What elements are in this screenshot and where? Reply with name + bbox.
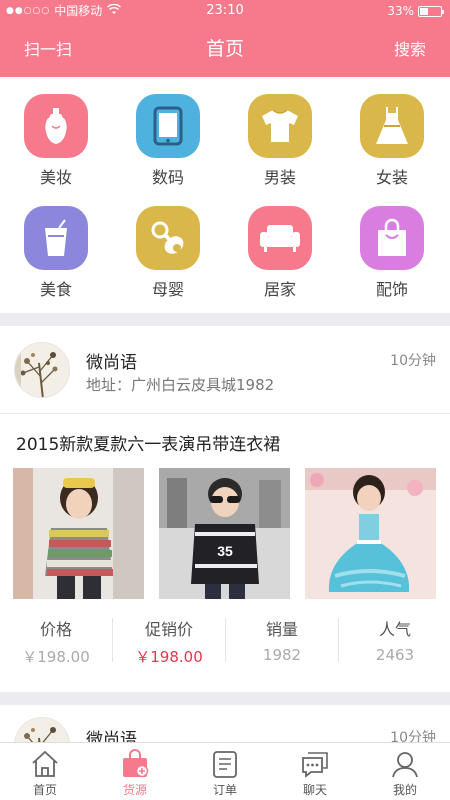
category-mother-baby[interactable]: 母婴 <box>112 189 224 301</box>
shop-card[interactable]: 微尚语 10分钟 <box>0 705 450 742</box>
stat-label: 人气 <box>378 620 411 639</box>
category-label: 美妆 <box>39 168 72 187</box>
search-button[interactable]: 搜索 <box>394 22 426 77</box>
tab-label: 货源 <box>122 783 147 797</box>
product-image[interactable] <box>305 468 436 599</box>
category-label: 美食 <box>39 280 72 299</box>
status-time: 23:10 <box>206 3 244 18</box>
tab-bar: 首页 货源 订单 聊天 我的 <box>0 742 450 800</box>
category-home[interactable]: 居家 <box>224 189 336 301</box>
shop-name: 微尚语 <box>86 730 137 742</box>
stat-label: 促销价 <box>144 620 193 639</box>
shop-time: 10分钟 <box>390 353 436 369</box>
product-stats: 价格 ￥198.00 促销价 ￥198.00 销量 1982 人气 2463 <box>0 608 450 672</box>
nav-bar: 扫一扫 首页 搜索 <box>0 22 450 77</box>
tab-supply[interactable]: 货源 <box>90 743 180 800</box>
card-divider <box>0 413 450 414</box>
category-beauty[interactable]: 美妆 <box>0 77 112 189</box>
home-icon <box>30 749 60 779</box>
stat-value: ￥198.00 <box>22 648 90 666</box>
tab-label: 订单 <box>212 783 237 797</box>
battery-percent: 33% <box>387 4 414 18</box>
category-label: 居家 <box>263 280 296 299</box>
section-separator <box>0 692 450 705</box>
stat-value: ￥198.00 <box>135 648 203 666</box>
shopping-bag-icon <box>120 749 150 779</box>
category-menswear[interactable]: 男装 <box>224 77 336 189</box>
tab-orders[interactable]: 订单 <box>180 743 270 800</box>
category-grid: 美妆 数码 男装 女装 美食 母婴 居家 配饰 <box>0 77 450 313</box>
status-bar: ●●○○○ 中国移动 23:10 33% <box>0 0 450 22</box>
shop-avatar[interactable] <box>14 342 70 398</box>
tshirt-icon <box>248 94 312 158</box>
category-label: 男装 <box>263 168 296 187</box>
dress-icon <box>360 94 424 158</box>
category-label: 配饰 <box>375 280 408 299</box>
app-header: ●●○○○ 中国移动 23:10 33% 扫一扫 首页 搜索 <box>0 0 450 77</box>
chat-icon <box>300 749 330 779</box>
svg-text:35: 35 <box>217 543 233 559</box>
category-food[interactable]: 美食 <box>0 189 112 301</box>
drink-icon <box>24 206 88 270</box>
perfume-icon <box>24 94 88 158</box>
shop-avatar[interactable] <box>14 717 70 742</box>
stat-value: 2463 <box>375 646 415 664</box>
stat-promo-price: 促销价 ￥198.00 <box>113 608 225 672</box>
tablet-icon <box>136 94 200 158</box>
pacifier-icon <box>136 206 200 270</box>
stat-popularity: 人气 2463 <box>339 608 450 672</box>
shop-time: 10分钟 <box>390 730 436 742</box>
stat-label: 销量 <box>265 620 298 639</box>
category-accessories[interactable]: 配饰 <box>336 189 448 301</box>
shop-address: 地址：广州白云皮具城1982 <box>86 376 275 394</box>
order-list-icon <box>210 749 240 779</box>
shop-name: 微尚语 <box>86 353 137 373</box>
category-label: 数码 <box>151 168 184 187</box>
stat-price: 价格 ￥198.00 <box>0 608 112 672</box>
category-label: 母婴 <box>151 280 184 299</box>
tab-me[interactable]: 我的 <box>360 743 450 800</box>
sofa-icon <box>248 206 312 270</box>
shop-card[interactable]: 微尚语 10分钟 地址：广州白云皮具城1982 2015新款夏款六一表演吊带连衣… <box>0 326 450 692</box>
category-digital[interactable]: 数码 <box>112 77 224 189</box>
tab-home[interactable]: 首页 <box>0 743 90 800</box>
category-womenswear[interactable]: 女装 <box>336 77 448 189</box>
product-image[interactable]: 35 <box>159 468 290 599</box>
product-title[interactable]: 2015新款夏款六一表演吊带连衣裙 <box>16 430 280 455</box>
tab-chat[interactable]: 聊天 <box>270 743 360 800</box>
stat-label: 价格 <box>39 620 72 639</box>
tab-label: 首页 <box>32 783 57 797</box>
battery-icon <box>418 5 444 17</box>
tab-label: 我的 <box>392 783 417 797</box>
stat-sales: 销量 1982 <box>226 608 338 672</box>
bag-icon <box>360 206 424 270</box>
section-separator <box>0 313 450 326</box>
stat-value: 1982 <box>262 646 302 664</box>
user-icon <box>390 749 420 779</box>
tab-label: 聊天 <box>302 783 327 797</box>
page-title: 首页 <box>205 38 244 60</box>
product-image[interactable] <box>13 468 144 599</box>
category-label: 女装 <box>375 168 408 187</box>
